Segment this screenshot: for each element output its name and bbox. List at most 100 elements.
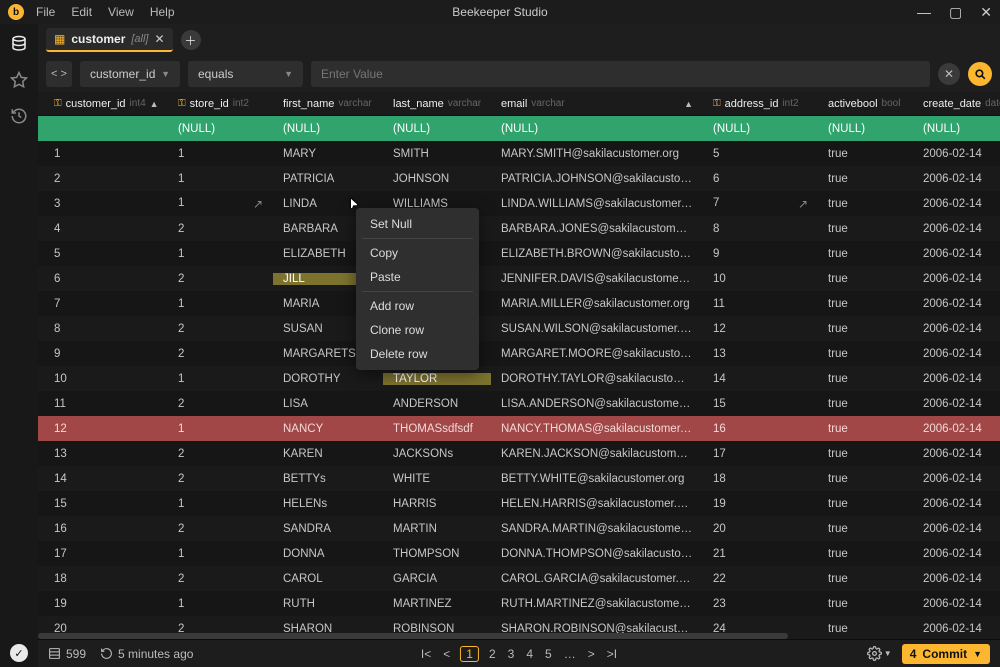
menu-file[interactable]: File <box>36 5 55 19</box>
cell[interactable]: 7↗ <box>703 197 818 211</box>
page-first-button[interactable]: I< <box>419 647 433 661</box>
cell[interactable]: 2006-02-14 <box>913 473 998 485</box>
cell[interactable]: 17 <box>703 448 818 460</box>
cell[interactable]: LISA <box>273 398 383 410</box>
cell[interactable]: true <box>818 323 913 335</box>
cell[interactable]: 11 <box>38 398 168 410</box>
cell[interactable]: (NULL) <box>913 123 998 135</box>
cell[interactable]: NANCY.THOMAS@sakilacustomer.org <box>491 423 703 435</box>
cell[interactable]: SANDRA.MARTIN@sakilacustomer.org <box>491 523 703 535</box>
cell[interactable]: 2 <box>168 573 273 585</box>
minimize-button[interactable]: ― <box>917 4 931 21</box>
cell[interactable]: 11 <box>703 298 818 310</box>
cell[interactable]: (NULL) <box>168 123 273 135</box>
filter-operator-select[interactable]: equals ▼ <box>188 61 303 87</box>
table-row[interactable]: 191RUTHMARTINEZRUTH.MARTINEZ@sakilacusto… <box>38 591 1000 616</box>
cell[interactable]: 23 <box>703 598 818 610</box>
cell[interactable]: CAROL <box>273 573 383 585</box>
cell[interactable]: 2006-02-14 <box>913 198 998 210</box>
table-row[interactable]: 132KARENJACKSONsKAREN.JACKSON@sakilacust… <box>38 441 1000 466</box>
cell[interactable]: RUTH.MARTINEZ@sakilacustomer.org <box>491 598 703 610</box>
cell[interactable]: 2006-02-14 <box>913 548 998 560</box>
external-link-icon[interactable]: ↗ <box>798 197 808 211</box>
table-row[interactable]: 162SANDRAMARTINSANDRA.MARTIN@sakilacusto… <box>38 516 1000 541</box>
cell[interactable]: KAREN <box>273 448 383 460</box>
table-row[interactable]: 101DOROTHYTAYLORDOROTHY.TAYLOR@sakilacus… <box>38 366 1000 391</box>
cell[interactable]: true <box>818 598 913 610</box>
cell[interactable]: true <box>818 148 913 160</box>
column-header-email[interactable]: emailvarchar▲ <box>491 98 703 110</box>
table-row[interactable]: 142BETTYsWHITEBETTY.WHITE@sakilacustomer… <box>38 466 1000 491</box>
menu-add-row[interactable]: Add row <box>356 294 479 318</box>
cell[interactable]: BETTYs <box>273 473 383 485</box>
cell[interactable]: true <box>818 573 913 585</box>
cell[interactable]: DONNA.THOMPSON@sakilacustomer.org <box>491 548 703 560</box>
table-row[interactable]: 62JILLDAVISJENNIFER.DAVIS@sakilacustomer… <box>38 266 1000 291</box>
cell[interactable]: DOROTHY <box>273 373 383 385</box>
cell[interactable]: true <box>818 398 913 410</box>
cell[interactable]: 1 <box>168 423 273 435</box>
add-tab-button[interactable]: ＋ <box>181 30 201 50</box>
menu-edit[interactable]: Edit <box>71 5 92 19</box>
cell[interactable]: MARY.SMITH@sakilacustomer.org <box>491 148 703 160</box>
cell[interactable]: 15 <box>703 398 818 410</box>
cell[interactable]: (NULL) <box>383 123 491 135</box>
cell[interactable]: true <box>818 473 913 485</box>
cell[interactable]: HARRIS <box>383 498 491 510</box>
column-header-first_name[interactable]: first_namevarchar <box>273 98 383 110</box>
cell[interactable]: 1 <box>168 548 273 560</box>
cell[interactable]: SUSAN.WILSON@sakilacustomer.org <box>491 323 703 335</box>
menu-clone-row[interactable]: Clone row <box>356 318 479 342</box>
cell[interactable]: 2006-02-14 <box>913 323 998 335</box>
cell[interactable]: 2006-02-14 <box>913 573 998 585</box>
cell[interactable]: (NULL) <box>491 123 703 135</box>
page-2[interactable]: 2 <box>487 647 498 661</box>
cell[interactable]: KAREN.JACKSON@sakilacustomer.org <box>491 448 703 460</box>
cell[interactable]: 19 <box>38 598 168 610</box>
table-row[interactable]: 82SUSANWILSONSUSAN.WILSON@sakilacustomer… <box>38 316 1000 341</box>
cell[interactable]: 13 <box>38 448 168 460</box>
cell[interactable]: HELEN.HARRIS@sakilacustomer.org <box>491 498 703 510</box>
external-link-icon[interactable]: ↗ <box>253 197 263 211</box>
menu-paste[interactable]: Paste <box>356 265 479 289</box>
table-row[interactable]: 112LISAANDERSONLISA.ANDERSON@sakilacusto… <box>38 391 1000 416</box>
maximize-button[interactable]: ▢ <box>949 4 962 21</box>
cell[interactable]: 16 <box>703 423 818 435</box>
cell[interactable]: true <box>818 348 913 360</box>
table-row[interactable]: 11MARYSMITHMARY.SMITH@sakilacustomer.org… <box>38 141 1000 166</box>
cell[interactable]: 2 <box>168 523 273 535</box>
table-row[interactable]: 92MARGARETSsMOORESMARGARET.MOORE@sakilac… <box>38 341 1000 366</box>
cell[interactable]: 12 <box>703 323 818 335</box>
cell[interactable]: 4 <box>38 223 168 235</box>
cell[interactable]: 2 <box>168 323 273 335</box>
cell[interactable]: 13 <box>703 348 818 360</box>
cell[interactable]: BETTY.WHITE@sakilacustomer.org <box>491 473 703 485</box>
menu-set-null[interactable]: Set Null <box>356 212 479 236</box>
cell[interactable]: 2 <box>168 223 273 235</box>
cell[interactable]: 2 <box>168 473 273 485</box>
cell[interactable]: PATRICIA <box>273 173 383 185</box>
cell[interactable]: 2 <box>168 348 273 360</box>
cell[interactable]: JACKSONs <box>383 448 491 460</box>
history-icon[interactable] <box>9 106 29 126</box>
column-header-activebool[interactable]: activeboolbool <box>818 98 913 110</box>
cell[interactable]: 2 <box>38 173 168 185</box>
cell[interactable]: 1 <box>38 148 168 160</box>
cell[interactable]: 19 <box>703 498 818 510</box>
page-1[interactable]: 1 <box>460 646 479 662</box>
cell[interactable]: true <box>818 548 913 560</box>
column-header-store_id[interactable]: ⚿store_idint2 <box>168 98 273 110</box>
filter-value-input[interactable] <box>311 61 930 87</box>
cell[interactable]: MARTIN <box>383 523 491 535</box>
tab-customer[interactable]: ▦ customer [all] ✕ <box>46 28 173 52</box>
cell[interactable]: 2006-02-14 <box>913 423 998 435</box>
cell[interactable]: 5 <box>38 248 168 260</box>
page-3[interactable]: 3 <box>506 647 517 661</box>
menu-help[interactable]: Help <box>150 5 175 19</box>
cell[interactable]: 9 <box>703 248 818 260</box>
cell[interactable]: true <box>818 373 913 385</box>
cell[interactable]: 2006-02-14 <box>913 598 998 610</box>
menu-view[interactable]: View <box>108 5 134 19</box>
cell[interactable]: (NULL) <box>273 123 383 135</box>
cell[interactable]: TAYLOR <box>383 373 491 385</box>
